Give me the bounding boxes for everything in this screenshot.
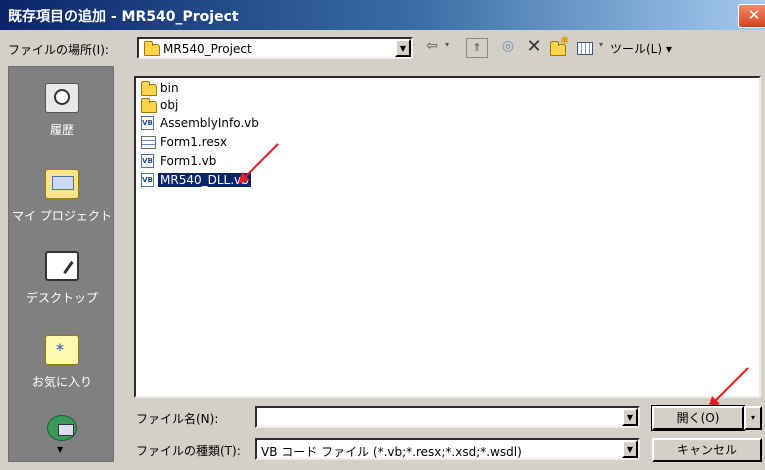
network-icon [47,415,77,441]
my-projects-icon [45,169,79,199]
favorites-icon: * [45,335,79,365]
cancel-button-label: キャンセル [676,443,737,457]
place-history-label: 履歴 [49,123,74,137]
views-icon[interactable] [574,39,596,57]
place-desktop[interactable]: デスクトップ [9,245,115,315]
back-icon[interactable]: ⇦ [420,38,444,58]
place-history[interactable]: 履歴 [9,77,115,147]
file-name: Form1.vb [160,154,217,168]
filetype-value: VB コード ファイル (*.vb;*.resx;*.xsd;*.wsdl) [261,445,522,459]
folder-icon [144,41,160,56]
folder-icon [141,98,157,113]
close-button[interactable]: ✕ [738,4,765,28]
chevron-down-icon[interactable]: ▼ [622,440,638,458]
file-name: obj [160,98,179,112]
filetype-select[interactable]: VB コード ファイル (*.vb;*.resx;*.xsd;*.wsdl) ▼ [255,438,640,460]
open-button[interactable]: 開く(O) [651,405,745,431]
views-dropdown-icon[interactable]: ▾ [596,40,606,56]
back-dropdown-icon[interactable]: ▾ [442,40,452,56]
annotation-arrow-file [238,143,279,184]
new-folder-icon[interactable]: ✱ [548,34,570,58]
search-web-icon[interactable]: ◎ [497,38,519,58]
close-icon: ✕ [747,6,761,24]
desktop-icon [45,251,79,281]
history-icon [45,83,79,113]
lookin-value: MR540_Project [163,42,252,56]
chevron-down-icon[interactable]: ▼ [622,408,638,426]
folder-icon [141,81,157,96]
title-bar: 既存項目の追加 - MR540_Project ✕ [0,0,765,30]
vb-file-icon: VB [141,173,154,187]
filename-label: ファイル名(N): [136,412,219,426]
tools-menu[interactable]: ツール(L) ▾ [610,40,706,58]
up-folder-icon[interactable]: ⇑ [466,38,488,58]
chevron-down-icon: ▼ [57,445,64,454]
file-name: Form1.resx [160,135,228,149]
lookin-combo[interactable]: MR540_Project ▼ [137,37,413,59]
file-name: AssemblyInfo.vb [160,116,259,130]
place-favorites[interactable]: * お気に入り [9,329,115,399]
vb-file-icon: VB [141,154,154,168]
delete-icon[interactable]: ✕ [523,36,545,58]
vb-file-icon: VB [141,116,154,130]
place-my-projects[interactable]: マイ プロジェクト [9,163,115,233]
file-name: bin [160,81,179,95]
cancel-button[interactable]: キャンセル [652,438,762,462]
place-network[interactable]: ▼ [9,407,115,457]
open-dropdown-button[interactable]: ▾ [744,406,762,430]
place-favorites-label: お気に入り [31,375,92,389]
window-title: 既存項目の追加 - MR540_Project [8,9,239,25]
annotation-arrow-open [708,367,749,408]
places-bar: 履歴 マイ プロジェクト デスクトップ * お気に入り ▼ [8,66,114,462]
file-list[interactable]: bin obj VB AssemblyInfo.vb Form1.resx VB… [134,76,761,398]
resx-file-icon [141,136,156,149]
place-desktop-label: デスクトップ [25,291,98,305]
lookin-label: ファイルの場所(I): [8,43,109,57]
chevron-down-icon[interactable]: ▼ [395,39,411,57]
place-my-projects-label: マイ プロジェクト [12,209,112,223]
open-button-label: 開く(O) [676,411,720,425]
tools-label: ツール(L) [610,42,663,56]
filetype-label: ファイルの種類(T): [136,444,241,458]
filename-input[interactable]: ▼ [255,406,640,428]
